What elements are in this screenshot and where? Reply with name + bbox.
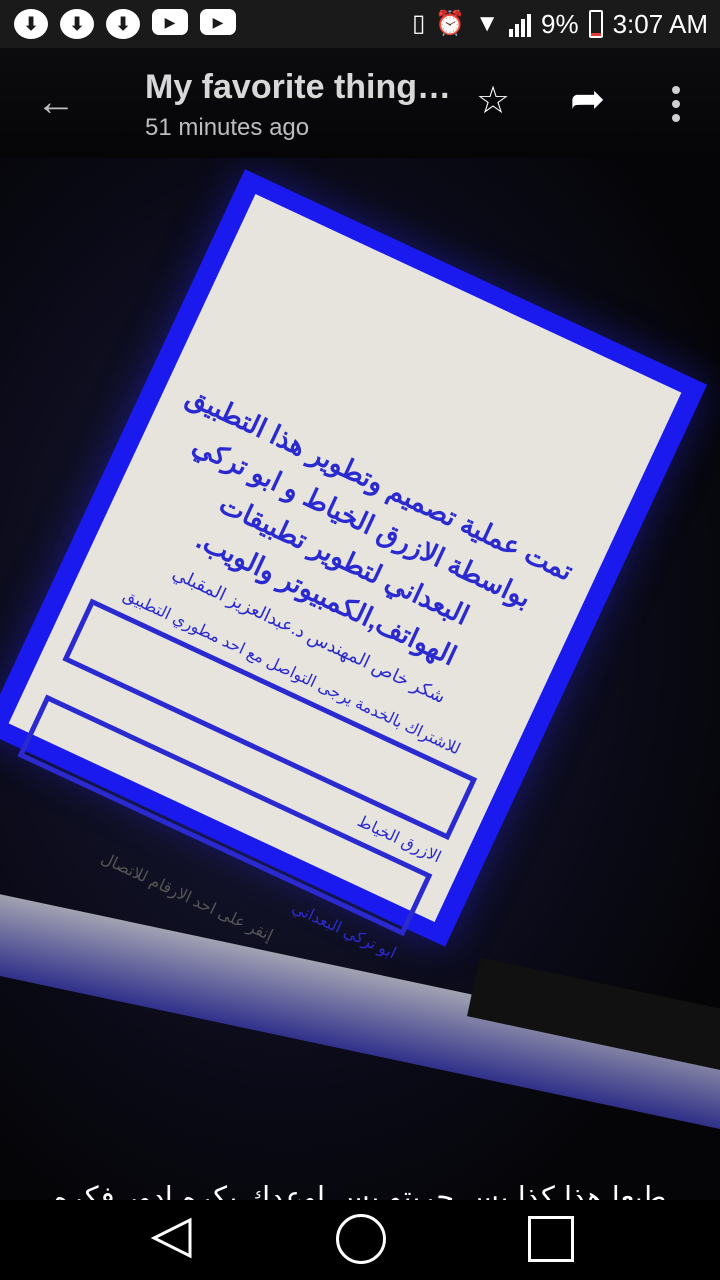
download-icon: ⬇ — [106, 9, 140, 39]
battery-percent: 9% — [541, 8, 579, 39]
nav-back-icon[interactable] — [150, 1216, 194, 1260]
download-icon: ⬇ — [14, 9, 48, 39]
photo-viewer[interactable]: تمت عملية تصميم وتطوير هذا التطبيق بواسط… — [0, 158, 720, 1200]
app-about-card: تمت عملية تصميم وتطوير هذا التطبيق بواسط… — [8, 194, 682, 963]
navigation-bar — [0, 1200, 720, 1280]
photo-caption: طبعا هذا كذا بس جربتو بس اوعدك بكره ادور… — [53, 1180, 667, 1200]
nav-recents-icon[interactable] — [528, 1216, 574, 1262]
star-icon[interactable]: ☆ — [476, 82, 510, 120]
page-title: My favorite thing… — [145, 68, 452, 106]
share-icon[interactable]: ➦ — [570, 78, 605, 120]
more-vert-icon[interactable] — [662, 86, 690, 122]
alarm-icon: ⏰ — [435, 10, 466, 37]
system-icons: ▯ ⏰ ▼ 9% 3:07 AM — [412, 0, 708, 48]
battery-icon — [588, 10, 603, 38]
clock: 3:07 AM — [612, 8, 708, 39]
status-bar: ⬇ ⬇ ⬇ ▶ ▶ ▯ ⏰ ▼ 9% 3:07 AM — [0, 0, 720, 48]
app-bar: ← My favorite thing… 51 minutes ago ☆ ➦ — [0, 48, 720, 158]
youtube-icon: ▶ — [200, 9, 236, 35]
wifi-icon: ▼ — [475, 10, 500, 37]
nav-home-icon[interactable] — [336, 1214, 386, 1264]
timestamp: 51 minutes ago — [145, 114, 310, 141]
download-icon: ⬇ — [60, 9, 94, 39]
arrow-back-icon[interactable]: ← — [36, 82, 76, 122]
photographed-screen: تمت عملية تصميم وتطوير هذا التطبيق بواسط… — [0, 169, 708, 963]
vibrate-icon: ▯ — [412, 10, 426, 37]
signal-icon — [509, 11, 532, 37]
notification-icons: ⬇ ⬇ ⬇ ▶ ▶ — [14, 9, 236, 39]
youtube-icon: ▶ — [152, 9, 188, 35]
